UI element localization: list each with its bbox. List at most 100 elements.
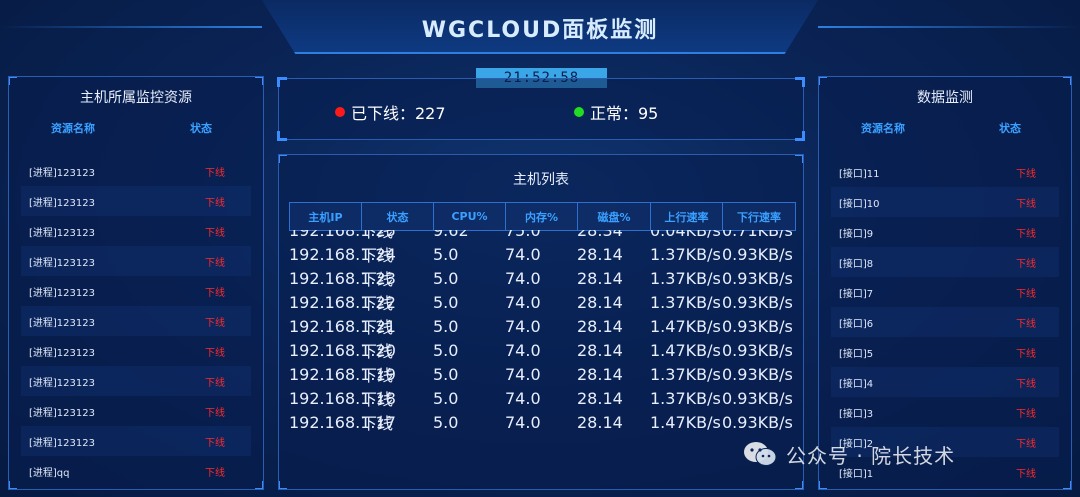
table-cell: 74.0: [505, 388, 541, 408]
status-text: 下线: [1016, 378, 1036, 390]
status-text: 下线: [205, 167, 225, 179]
status-text: 下线: [205, 317, 225, 329]
column-header[interactable]: CPU%: [433, 202, 506, 231]
table-cell: 0.93KB/s: [722, 244, 793, 264]
resource-name: [接口]5: [839, 348, 874, 360]
table-row[interactable]: 192.168.1.18 下线 5.0 74.0 28.14 1.37KB/s 0.93KB…: [289, 386, 795, 410]
resource-name: [接口]6: [839, 318, 874, 330]
table-cell: 28.14: [577, 244, 623, 264]
list-item[interactable]: [接口]4 下线: [831, 367, 1059, 397]
table-cell: 28.14: [577, 268, 623, 288]
normal-dot-icon: [574, 107, 584, 117]
list-item[interactable]: [接口]3 下线: [831, 397, 1059, 427]
resource-name: [进程]123123: [29, 257, 95, 269]
resource-name: [进程]qq: [29, 467, 70, 479]
resource-name: [进程]123123: [29, 227, 95, 239]
list-item[interactable]: [接口]10 下线: [831, 187, 1059, 217]
table-cell: 5.0: [433, 340, 459, 360]
table-row[interactable]: 192.168.1.23 下线 5.0 74.0 28.14 1.37KB/s 0.93KB…: [289, 266, 795, 290]
host-table-scroll[interactable]: 192.168.1.25 下线 9.62 75.0 28.34 0.04KB/s 0.71K…: [289, 230, 795, 489]
table-cell: 5.0: [433, 316, 459, 336]
table-cell: 5.0: [433, 388, 459, 408]
table-row[interactable]: 192.168.1.20 下线 5.0 74.0 28.14 1.47KB/s 0.93KB…: [289, 338, 795, 362]
table-cell: 0.93KB/s: [722, 340, 793, 360]
page-title: WGCLOUD面板监测: [421, 18, 659, 43]
table-cell: 9.62: [433, 230, 469, 240]
list-item[interactable]: [接口]6 下线: [831, 307, 1059, 337]
column-header[interactable]: 下行速率: [722, 202, 796, 231]
status-text: 下线: [205, 257, 225, 269]
list-item[interactable]: [进程]123123 下线: [21, 396, 251, 426]
table-cell: 28.14: [577, 292, 623, 312]
table-row[interactable]: 192.168.1.17 下线 5.0 74.0 28.14 1.47KB/s 0.93KB…: [289, 410, 795, 434]
table-cell: 下线: [361, 342, 394, 361]
list-item[interactable]: [接口]9 下线: [831, 217, 1059, 247]
table-cell: 192.168.1.23: [289, 268, 396, 288]
resource-name: [接口]8: [839, 258, 874, 270]
host-list-panel: 主机列表 主机IP 状态 CPU% 内存% 磁盘% 上行速率 下行速率 192.168.1.…: [278, 154, 804, 490]
table-cell: 5.0: [433, 244, 459, 264]
status-text: 下线: [1016, 438, 1036, 450]
list-item[interactable]: [接口]8 下线: [831, 247, 1059, 277]
table-cell: 下线: [361, 294, 394, 313]
offline-count: 已下线：227: [351, 104, 446, 123]
list-item[interactable]: [进程]123123 下线: [21, 186, 251, 216]
table-cell: 192.168.1.18: [289, 388, 396, 408]
status-text: 下线: [1016, 408, 1036, 420]
table-row[interactable]: 192.168.1.22 下线 5.0 74.0 28.14 1.37KB/s 0.93KB…: [289, 290, 795, 314]
table-cell: 下线: [361, 390, 394, 409]
status-text: 下线: [1016, 348, 1036, 360]
list-item[interactable]: [接口]11 下线: [831, 157, 1059, 187]
table-cell: 28.14: [577, 340, 623, 360]
resource-name: [接口]10: [839, 198, 880, 210]
data-monitor-title: 数据监测: [917, 90, 973, 106]
table-cell: 0.04KB/s: [650, 230, 721, 240]
list-item[interactable]: [进程]123123 下线: [21, 336, 251, 366]
status-text: 下线: [205, 197, 225, 209]
status-text: 下线: [1016, 258, 1036, 270]
column-header[interactable]: 上行速率: [650, 202, 723, 231]
offline-dot-icon: [335, 107, 345, 117]
table-row[interactable]: 192.168.1.19 下线 5.0 74.0 28.14 1.37KB/s 0.93KB…: [289, 362, 795, 386]
list-item[interactable]: [进程]123123 下线: [21, 246, 251, 276]
table-cell: 0.93KB/s: [722, 292, 793, 312]
resource-name: [进程]123123: [29, 347, 95, 359]
table-cell: 192.168.1.17: [289, 412, 396, 432]
status-text: 下线: [205, 437, 225, 449]
page-header: WGCLOUD面板监测: [0, 0, 1080, 60]
data-monitor-panel: 数据监测 资源名称 状态 [接口]11 下线 [接口]10 下线 [接口]9 下线 [接口]…: [818, 76, 1072, 490]
list-item[interactable]: [进程]123123 下线: [21, 276, 251, 306]
column-header[interactable]: 状态: [361, 202, 434, 231]
list-item[interactable]: [接口]5 下线: [831, 337, 1059, 367]
list-item[interactable]: [进程]qq 下线: [21, 456, 251, 486]
list-item[interactable]: [进程]123123 下线: [21, 306, 251, 336]
column-header[interactable]: 主机IP: [289, 202, 362, 231]
list-item[interactable]: [进程]123123 下线: [21, 366, 251, 396]
column-header[interactable]: 磁盘%: [577, 202, 651, 231]
table-cell: 1.47KB/s: [650, 412, 721, 432]
column-header[interactable]: 内存%: [505, 202, 578, 231]
table-row[interactable]: 192.168.1.25 下线 9.62 75.0 28.34 0.04KB/s 0.71K…: [289, 230, 795, 242]
list-item[interactable]: [进程]123123 下线: [21, 156, 251, 186]
table-cell: 28.34: [577, 230, 623, 240]
resource-name: [接口]11: [839, 168, 880, 180]
list-item[interactable]: [进程]123123 下线: [21, 216, 251, 246]
table-row[interactable]: 192.168.1.21 下线 5.0 74.0 28.14 1.47KB/s 0.93KB…: [289, 314, 795, 338]
list-item[interactable]: [接口]7 下线: [831, 277, 1059, 307]
list-item[interactable]: [进程]123123 下线: [21, 426, 251, 456]
table-cell: 下线: [361, 318, 394, 337]
host-list-title: 主机列表: [513, 172, 569, 188]
table-row[interactable]: 192.168.1.24 下线 5.0 74.0 28.14 1.37KB/s 0.93KB…: [289, 242, 795, 266]
table-cell: 1.37KB/s: [650, 364, 721, 384]
resource-name: [进程]123123: [29, 167, 95, 179]
table-cell: 192.168.1.22: [289, 292, 396, 312]
resource-panel: 主机所属监控资源 资源名称 状态 [进程]123123 下线 [进程]123123 下…: [8, 76, 264, 490]
normal-count: 正常：95: [590, 104, 659, 123]
table-cell: 192.168.1.20: [289, 340, 396, 360]
table-cell: 0.71KB/s: [722, 230, 793, 240]
table-cell: 下线: [361, 270, 394, 289]
status-text: 下线: [1016, 288, 1036, 300]
col-resource-name: 资源名称: [51, 122, 95, 135]
table-cell: 1.47KB/s: [650, 316, 721, 336]
status-text: 下线: [1016, 318, 1036, 330]
